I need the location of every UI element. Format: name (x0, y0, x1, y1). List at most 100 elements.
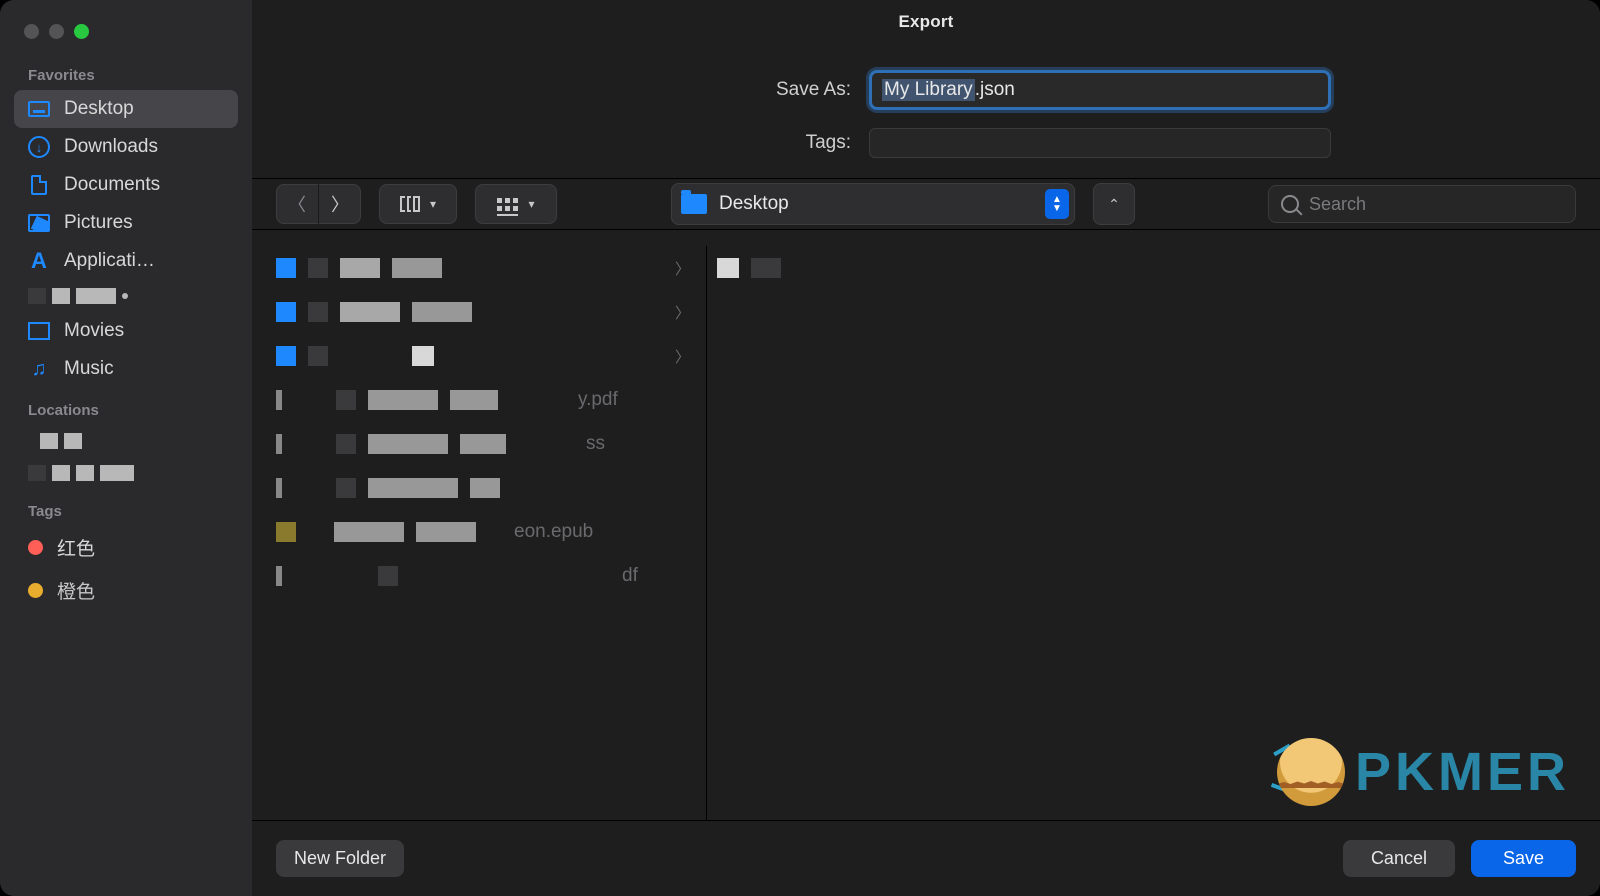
search-placeholder: Search (1309, 194, 1366, 215)
chevron-right-icon: 〉 (675, 302, 690, 323)
sidebar-item-desktop[interactable]: Desktop (14, 90, 238, 128)
location-dropdown[interactable]: Desktop ▲▼ (671, 183, 1075, 225)
sidebar-item-music[interactable]: ♫ Music (14, 350, 238, 388)
export-dialog: Favorites Desktop ↓ Downloads Documents … (0, 0, 1600, 896)
file-row[interactable]: df (276, 554, 706, 598)
save-button[interactable]: Save (1471, 840, 1576, 877)
folder-icon (681, 194, 707, 214)
back-button[interactable]: 〈 (276, 184, 318, 224)
sidebar-item-movies[interactable]: Movies (14, 312, 238, 350)
sidebar-item-label: Documents (64, 174, 160, 196)
sidebar-item-label: Pictures (64, 212, 133, 234)
columns-icon (400, 196, 420, 212)
file-row[interactable] (276, 466, 706, 510)
file-column: 〉 〉 〉 y.pdf (276, 246, 706, 820)
tags-heading: Tags (14, 503, 238, 526)
pixelated-label (52, 465, 134, 481)
close-window-icon[interactable] (24, 24, 39, 39)
sidebar-location-1[interactable] (14, 425, 238, 457)
file-row[interactable]: 〉 (276, 290, 706, 334)
file-name-partial: eon.epub (514, 521, 593, 543)
sidebar-item-downloads[interactable]: ↓ Downloads (14, 128, 238, 166)
zoom-window-icon[interactable] (74, 24, 89, 39)
file-icon (276, 522, 296, 542)
file-name-partial: y.pdf (578, 389, 618, 411)
sidebar-item-label: Movies (64, 320, 124, 342)
save-as-label: Save As: (521, 79, 851, 101)
chevron-right-icon: 〉 (675, 346, 690, 367)
sidebar-item-label: Downloads (64, 136, 158, 158)
dialog-footer: New Folder Cancel Save (252, 820, 1600, 896)
pixelated-icon (28, 465, 46, 481)
sidebar-item-label: Music (64, 358, 114, 380)
view-columns-button[interactable]: ▾ (379, 184, 457, 224)
sidebar-item-pictures[interactable]: Pictures (14, 204, 238, 242)
sidebar-item-custom[interactable] (14, 280, 238, 312)
folder-icon (276, 258, 296, 278)
sidebar-item-label: 红色 (57, 534, 95, 561)
minimize-window-icon[interactable] (49, 24, 64, 39)
sidebar-tag-red[interactable]: 红色 (14, 526, 238, 569)
cancel-button[interactable]: Cancel (1343, 840, 1455, 877)
folder-icon (276, 346, 296, 366)
folder-icon (276, 302, 296, 322)
file-name-partial: ss (586, 433, 605, 455)
file-row[interactable] (717, 246, 986, 290)
file-icon (717, 258, 739, 278)
location-name: Desktop (719, 193, 1033, 215)
file-row[interactable]: eon.epub (276, 510, 706, 554)
forward-button[interactable]: 〉 (319, 184, 361, 224)
chevron-down-icon: ▾ (430, 197, 436, 211)
file-row[interactable]: 〉 (276, 246, 706, 290)
pixelated-icon (28, 288, 46, 304)
red-tag-icon (28, 540, 43, 555)
locations-heading: Locations (14, 402, 238, 425)
file-column-2 (706, 246, 986, 820)
chevron-up-icon: ⌃ (1108, 196, 1120, 213)
search-icon (1281, 195, 1299, 213)
toolbar: 〈 〉 ▾ ▾ Desktop ▲▼ ⌃ Searc (252, 178, 1600, 230)
document-icon (28, 174, 50, 196)
sidebar-item-label: 橙色 (57, 577, 95, 604)
applications-icon: A (28, 250, 50, 272)
updown-icon: ▲▼ (1045, 189, 1069, 219)
filename-selected: My Library (882, 79, 975, 101)
search-field[interactable]: Search (1268, 185, 1576, 223)
pixelated-label (52, 288, 128, 304)
nav-back-forward: 〈 〉 (276, 184, 361, 224)
sidebar-tag-orange[interactable]: 橙色 (14, 569, 238, 612)
sidebar-item-label: Desktop (64, 98, 134, 120)
favorites-heading: Favorites (14, 67, 238, 90)
grid-icon (497, 198, 518, 211)
tags-label: Tags: (521, 132, 851, 154)
save-as-input[interactable]: My Library.json (869, 70, 1331, 110)
finder-sidebar: Favorites Desktop ↓ Downloads Documents … (0, 0, 252, 896)
downloads-icon: ↓ (28, 136, 50, 158)
sidebar-location-2[interactable] (14, 457, 238, 489)
window-controls (0, 10, 252, 53)
file-row[interactable]: 〉 (276, 334, 706, 378)
file-browser: 〉 〉 〉 y.pdf (252, 230, 1600, 820)
view-grid-button[interactable]: ▾ (475, 184, 557, 224)
chevron-right-icon: 〉 (675, 258, 690, 279)
chevron-down-icon: ▾ (528, 197, 534, 211)
main-panel: Export Save As: My Library.json Tags: 〈 … (252, 0, 1600, 896)
pictures-icon (28, 212, 50, 234)
orange-tag-icon (28, 583, 43, 598)
sidebar-item-documents[interactable]: Documents (14, 166, 238, 204)
tags-input[interactable] (869, 128, 1331, 158)
expand-button[interactable]: ⌃ (1093, 183, 1135, 225)
window-title: Export (252, 0, 1600, 44)
music-icon: ♫ (28, 358, 50, 380)
save-form: Save As: My Library.json Tags: (252, 44, 1600, 174)
sidebar-item-applications[interactable]: A Applicati… (14, 242, 238, 280)
movies-icon (28, 320, 50, 342)
sidebar-item-label: Applicati… (64, 250, 155, 272)
filename-ext: .json (975, 79, 1015, 101)
file-row[interactable]: y.pdf (276, 378, 706, 422)
pixelated-label (40, 433, 82, 449)
file-row[interactable]: ss (276, 422, 706, 466)
new-folder-button[interactable]: New Folder (276, 840, 404, 877)
desktop-icon (28, 98, 50, 120)
file-name-partial: df (622, 565, 638, 587)
